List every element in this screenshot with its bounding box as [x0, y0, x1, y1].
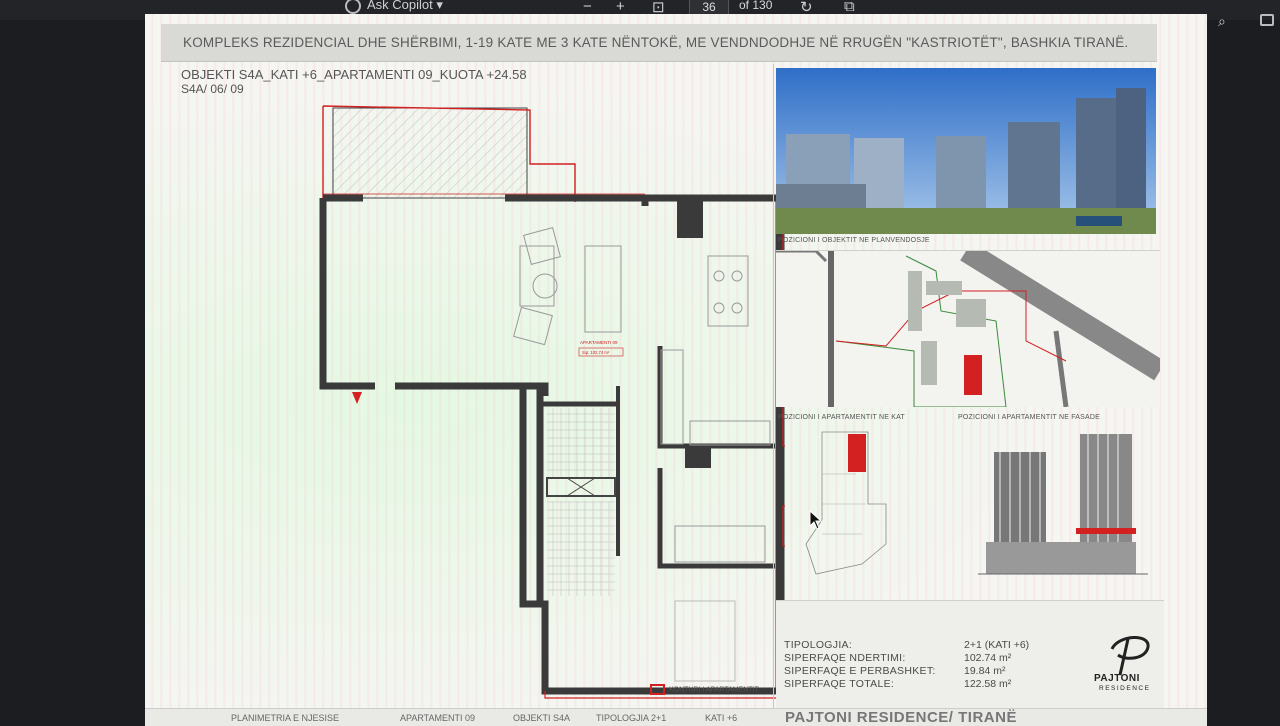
- footer-residence: PAJTONI RESIDENCE/ TIRANË: [785, 709, 1017, 726]
- info-label-typology: TIPOLOGJIA:: [784, 639, 853, 651]
- bathroom-1: [547, 408, 615, 478]
- logo-sub: RESIDENCE: [1099, 685, 1151, 692]
- legend-label: KONTURI I APARTAMENTIT: [669, 686, 759, 694]
- info-label-common-area: SIPERFAQE E PERBASHKET:: [784, 665, 936, 677]
- info-value-typology: 2+1 (KATI +6): [964, 639, 1030, 651]
- floor-plan: APARTAMENTI 09 Sip: 102.74 m²: [319, 105, 785, 699]
- info-value-common-area: 19.84 m²: [964, 665, 1006, 677]
- footer-plan: PLANIMETRIA E NJESISE: [231, 713, 340, 723]
- footer-apartment: APARTAMENTI 09: [400, 713, 476, 723]
- right-panel: POZICIONI I OBJEKTIT NE PLANVENDOSJE POZ…: [773, 64, 1166, 715]
- site-plan: [776, 250, 1160, 407]
- object-position-marker: [964, 355, 982, 395]
- print-icon[interactable]: [1260, 14, 1274, 26]
- zoom-out-button[interactable]: −: [583, 0, 592, 15]
- entry-marker: [352, 392, 362, 404]
- ask-copilot-button[interactable]: Ask Copilot ▾: [345, 0, 443, 14]
- ask-copilot-label: Ask Copilot: [367, 0, 433, 12]
- copilot-icon: [345, 0, 361, 14]
- page-footer: PLANIMETRIA E NJESISE APARTAMENTI 09 OBJ…: [145, 708, 1207, 726]
- caption-floor: POZICIONI I APARTAMENTIT NE KAT: [778, 414, 905, 421]
- mouse-cursor-icon: [809, 510, 823, 530]
- caption-facade: POZICIONI I APARTAMENTIT NE FASADE: [958, 414, 1101, 421]
- apartment-floor-marker: [848, 434, 866, 472]
- page-view-icon[interactable]: ⧉: [844, 0, 855, 15]
- footer-typology: TIPOLOGJIA 2+1: [596, 713, 667, 723]
- pdf-page: KOMPLEKS REZIDENCIAL DHE SHËRBIMI, 1-19 …: [145, 14, 1207, 726]
- document-banner: KOMPLEKS REZIDENCIAL DHE SHËRBIMI, 1-19 …: [161, 24, 1157, 62]
- bathroom-2: [547, 501, 615, 596]
- caption-site: POZICIONI I OBJEKTIT NE PLANVENDOSJE: [778, 237, 930, 244]
- zoom-in-button[interactable]: +: [616, 0, 625, 15]
- info-label-built-area: SIPERFAQE NDERTIMI:: [784, 652, 906, 664]
- object-code: S4A/ 06/ 09: [181, 82, 244, 96]
- rendering-photo: [776, 68, 1156, 234]
- facade-elevation: [978, 434, 1148, 575]
- info-value-total-area: 122.58 m²: [964, 678, 1012, 690]
- footer-object: OBJEKTI S4A: [513, 713, 571, 723]
- apartment-info: TIPOLOGJIA: 2+1 (KATI +6) SIPERFAQE NDER…: [776, 600, 1164, 715]
- info-value-built-area: 102.74 m²: [964, 652, 1012, 664]
- info-label-total-area: SIPERFAQE TOTALE:: [784, 678, 895, 690]
- apartment-facade-marker: [1076, 528, 1136, 534]
- footer-floor: KATI +6: [705, 713, 738, 723]
- balcony: [332, 107, 528, 199]
- legend: KONTURI I APARTAMENTIT: [650, 684, 759, 695]
- search-icon[interactable]: ⌕: [1218, 13, 1226, 30]
- legend-contour-icon: [650, 684, 665, 695]
- plan-label-name: APARTAMENTI 09: [580, 340, 618, 345]
- plan-label-area: Sip: 102.74 m²: [582, 350, 610, 355]
- object-title: OBJEKTI S4A_KATI +6_APARTAMENTI 09_KUOTA…: [181, 67, 527, 82]
- page-total-label: of 130: [739, 0, 773, 12]
- logo-name: PAJTONI: [1094, 673, 1140, 684]
- floor-position-plan: [805, 431, 887, 575]
